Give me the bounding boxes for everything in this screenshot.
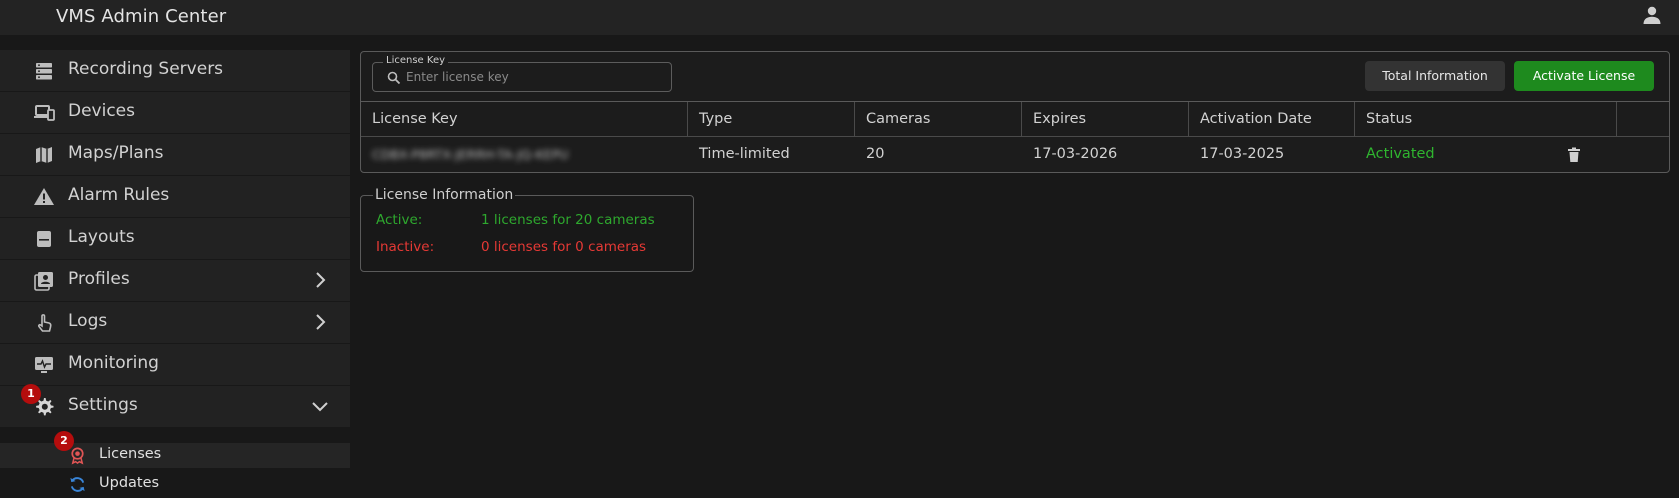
sidebar-item-recording-servers[interactable]: Recording Servers — [0, 50, 350, 91]
license-search-field[interactable]: License Key — [372, 55, 672, 92]
sidebar-subitem-label: Licenses — [99, 446, 162, 462]
sidebar-item-label: Layouts — [68, 227, 135, 247]
expires-cell: 17-03-2026 — [1033, 146, 1118, 162]
sidebar-subitem-licenses[interactable]: Licenses 2 — [0, 431, 350, 468]
license-information-box: License Information Active: 1 licenses f… — [360, 187, 694, 272]
app-title: VMS Admin Center — [56, 6, 227, 27]
column-header-activation-date[interactable]: Activation Date — [1189, 102, 1355, 136]
search-icon — [387, 71, 401, 85]
logs-icon — [38, 314, 52, 332]
layout-icon — [37, 231, 51, 247]
license-panel: License Key Total Information Activate L… — [360, 51, 1670, 173]
sidebar: Recording Servers Devices Maps/Plans Ala… — [0, 50, 350, 498]
map-icon — [36, 147, 52, 163]
profiles-icon — [34, 272, 53, 291]
sidebar-item-label: Logs — [68, 311, 108, 331]
license-key-cell: CDBX-P8RTX-JERRH-TA-JQ-KEPU — [361, 137, 688, 172]
sidebar-item-profiles[interactable]: Profiles — [0, 260, 350, 301]
sidebar-item-label: Alarm Rules — [68, 185, 170, 205]
sidebar-item-label: Monitoring — [68, 353, 159, 373]
sidebar-item-logs[interactable]: Logs — [0, 302, 350, 343]
column-header-type[interactable]: Type — [688, 102, 855, 136]
sidebar-item-label: Maps/Plans — [68, 143, 164, 163]
activation-date-cell: 17-03-2025 — [1200, 146, 1285, 162]
devices-icon — [34, 105, 55, 121]
warning-icon — [34, 188, 54, 205]
inactive-value: 0 licenses for 0 cameras — [481, 239, 647, 255]
active-value: 1 licenses for 20 cameras — [481, 212, 655, 228]
sidebar-item-layouts[interactable]: Layouts — [0, 218, 350, 259]
notification-badge: 1 — [21, 384, 41, 404]
license-key-value: CDBX-P8RTX-JERRH-TA-JQ-KEPU — [372, 147, 569, 162]
sidebar-item-label: Recording Servers — [68, 59, 224, 79]
table-row[interactable]: CDBX-P8RTX-JERRH-TA-JQ-KEPU Time-limited… — [361, 137, 1669, 172]
table-header: License Key Type Cameras Expires Activat… — [361, 101, 1669, 137]
column-header-expires[interactable]: Expires — [1022, 102, 1189, 136]
sidebar-item-devices[interactable]: Devices — [0, 92, 350, 133]
license-key-input[interactable] — [406, 67, 661, 87]
activate-license-button[interactable]: Activate License — [1514, 61, 1654, 91]
active-label: Active: — [376, 212, 423, 228]
sidebar-item-monitoring[interactable]: Monitoring — [0, 344, 350, 385]
total-information-button[interactable]: Total Information — [1365, 61, 1505, 91]
column-header-license-key[interactable]: License Key — [361, 102, 688, 136]
column-header-actions — [1617, 102, 1669, 136]
column-header-status[interactable]: Status — [1355, 102, 1617, 136]
license-information-legend: License Information — [373, 187, 516, 203]
chevron-right-icon — [316, 314, 326, 330]
chevron-right-icon — [316, 272, 326, 288]
type-cell: Time-limited — [699, 146, 790, 162]
top-bar: VMS Admin Center — [0, 0, 1679, 35]
sidebar-subitem-updates[interactable]: Updates — [0, 472, 350, 497]
sidebar-item-label: Settings — [68, 395, 138, 415]
search-legend: License Key — [383, 55, 449, 66]
sidebar-item-label: Profiles — [68, 269, 130, 289]
inactive-label: Inactive: — [376, 239, 435, 255]
refresh-icon — [70, 477, 85, 492]
chevron-down-icon — [312, 402, 328, 412]
sidebar-item-maps-plans[interactable]: Maps/Plans — [0, 134, 350, 175]
user-icon[interactable] — [1640, 3, 1664, 27]
sidebar-item-settings[interactable]: Settings 1 — [0, 384, 350, 427]
sidebar-item-alarm-rules[interactable]: Alarm Rules — [0, 176, 350, 217]
sidebar-item-label: Devices — [68, 101, 135, 121]
trash-icon[interactable] — [1567, 147, 1581, 163]
sidebar-subitem-label: Updates — [99, 475, 160, 491]
monitor-icon — [35, 357, 53, 373]
server-icon — [36, 63, 52, 80]
notification-badge: 2 — [54, 431, 74, 451]
license-icon — [71, 447, 84, 465]
cameras-cell: 20 — [866, 146, 885, 162]
column-header-cameras[interactable]: Cameras — [855, 102, 1022, 136]
